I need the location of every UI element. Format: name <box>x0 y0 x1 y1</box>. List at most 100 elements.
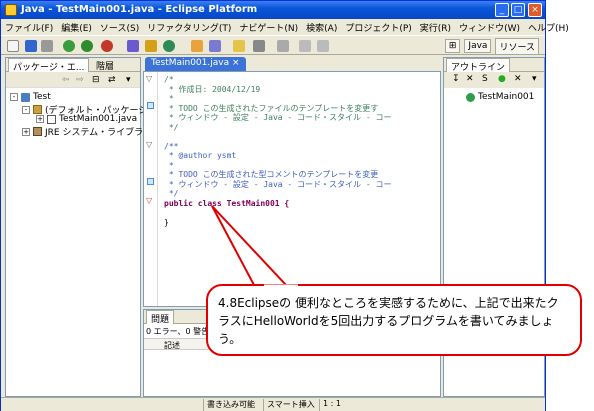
package-explorer-tabs: パッケージ・エ... 階層 <box>6 58 140 73</box>
outline-toolbar: ↧ ✕ S ● ✕ ▾ <box>444 72 544 88</box>
status-bar: 書き込み可能 スマート挿入 1 : 1 <box>1 397 545 411</box>
code-line: } <box>164 217 169 227</box>
collapse-all-icon[interactable]: ⊟ <box>92 75 100 85</box>
outline-item-label: TestMain001 <box>478 92 535 102</box>
package-explorer-panel: パッケージ・エ... 階層 ⇦ ⇨ ⊟ ⇄ ▾ - Test - (デフォルト・… <box>5 57 168 397</box>
code-line: * ウィンドウ - 設定 - Java - コード・スタイル - コー <box>164 113 392 122</box>
instruction-callout: 4.8Eclipseの 便利なところを実感するために、上記で出来たクラスにHel… <box>206 284 582 356</box>
status-writable: 書き込み可能 <box>203 399 258 411</box>
file-label: TestMain001.java <box>59 114 138 124</box>
code-line: public class TestMain001 { <box>164 198 290 208</box>
expand-toggle-icon[interactable]: + <box>22 127 30 136</box>
editor-gutter: ▽ ▽ ▽ <box>144 72 158 306</box>
editor-tabs: TestMain001.java × <box>143 57 441 71</box>
menu-refactor[interactable]: リファクタリング(T) <box>147 21 231 34</box>
code-line: * 作成日: 2004/12/19 <box>164 84 261 94</box>
tree-item-project[interactable]: - Test <box>10 92 51 102</box>
maximize-button[interactable]: □ <box>511 3 525 17</box>
collapse-toggle-icon[interactable]: - <box>10 93 18 101</box>
new-package-icon[interactable] <box>145 40 157 52</box>
close-button[interactable]: × <box>528 3 542 17</box>
new-java-project-icon[interactable] <box>127 40 139 52</box>
class-icon <box>466 92 475 102</box>
fold-icon[interactable]: ▽ <box>146 140 152 149</box>
java-editor[interactable]: ▽ ▽ ▽ /* * 作成日: 2004/12/19 * * TODO この生成… <box>143 71 441 307</box>
task-marker-icon[interactable] <box>147 102 154 109</box>
menu-project[interactable]: プロジェクト(P) <box>345 21 411 34</box>
code-line: * @author ysmt <box>164 151 237 160</box>
outline-item-class[interactable]: TestMain001 <box>466 92 534 102</box>
editor-tab-label: TestMain001.java <box>151 58 230 68</box>
minimize-button[interactable]: _ <box>495 3 509 17</box>
hide-fields-icon[interactable]: ✕ <box>466 74 474 84</box>
sort-icon[interactable]: ↧ <box>452 74 460 84</box>
status-cursor-position: 1 : 1 <box>319 399 344 411</box>
perspective-java[interactable]: Java <box>464 39 492 53</box>
view-menu-icon[interactable]: ▾ <box>126 75 131 85</box>
fold-icon[interactable]: ▽ <box>146 74 152 83</box>
run-icon[interactable] <box>81 40 93 52</box>
back-icon[interactable] <box>299 40 311 52</box>
hide-local-types-icon[interactable]: ✕ <box>514 74 522 84</box>
print-icon[interactable] <box>41 40 53 52</box>
forward-icon[interactable] <box>317 40 329 52</box>
open-perspective-icon[interactable]: ⊞ <box>444 39 461 53</box>
outline-tabs: アウトライン <box>444 58 544 73</box>
code-line: */ <box>164 189 179 198</box>
code-line: * TODO この生成された型コメントのテンプレートを変更 <box>164 170 379 179</box>
code-line: * ウィンドウ - 設定 - Java - コード・スタイル - コー <box>164 179 392 189</box>
new-icon[interactable] <box>7 40 19 52</box>
window-title: Java - TestMain001.java - Eclipse Platfo… <box>21 4 258 15</box>
tab-hierarchy[interactable]: 階層 <box>92 58 118 72</box>
fold-icon[interactable]: ▽ <box>146 196 152 205</box>
tab-testmain001-java[interactable]: TestMain001.java × <box>145 57 246 71</box>
forward-arrow-icon[interactable]: ⇨ <box>76 75 84 85</box>
column-description[interactable]: 記述 <box>164 340 180 351</box>
menu-bar: ファイル(F) 編集(E) ソース(S) リファクタリング(T) ナビゲート(N… <box>1 19 569 35</box>
package-icon <box>33 105 42 114</box>
tab-problems[interactable]: 問題 <box>146 310 175 325</box>
menu-search[interactable]: 検索(A) <box>306 21 337 34</box>
debug-icon[interactable] <box>63 40 75 52</box>
open-type-icon[interactable] <box>191 40 203 52</box>
view-menu-icon[interactable]: ▾ <box>532 74 537 84</box>
tab-package-explorer[interactable]: パッケージ・エ... <box>8 58 90 73</box>
menu-file[interactable]: ファイル(F) <box>5 21 53 34</box>
link-editor-icon[interactable]: ⇄ <box>108 75 116 85</box>
expand-toggle-icon[interactable]: + <box>36 115 44 123</box>
toggle-mark-icon[interactable] <box>233 40 245 52</box>
menu-source[interactable]: ソース(S) <box>100 21 139 34</box>
last-edit-icon[interactable] <box>277 40 289 52</box>
external-tools-icon[interactable] <box>101 40 113 52</box>
save-icon[interactable] <box>25 40 37 52</box>
code-line: /* <box>164 75 174 84</box>
callout-text: 4.8Eclipseの 便利なところを実感するために、上記で出来たクラスにHel… <box>218 296 559 346</box>
library-icon <box>33 127 42 136</box>
title-bar: Java - TestMain001.java - Eclipse Platfo… <box>1 1 545 19</box>
toolbar: ⊞ Java リソース <box>1 35 545 55</box>
java-file-icon <box>47 114 56 124</box>
menu-window[interactable]: ウィンドウ(W) <box>459 21 520 34</box>
package-explorer-toolbar: ⇦ ⇨ ⊟ ⇄ ▾ <box>6 72 140 88</box>
new-class-icon[interactable] <box>163 40 175 52</box>
tab-outline[interactable]: アウトライン <box>446 58 511 73</box>
perspective-resource[interactable]: リソース <box>495 37 539 55</box>
hide-nonpublic-icon[interactable]: ● <box>498 74 506 84</box>
code-line: /** <box>164 141 179 151</box>
menu-help[interactable]: ヘルプ(H) <box>528 21 569 34</box>
hide-static-icon[interactable]: S <box>482 74 488 84</box>
project-label: Test <box>33 92 51 102</box>
menu-edit[interactable]: 編集(E) <box>61 21 92 34</box>
search-icon[interactable] <box>209 40 221 52</box>
perspective-switcher: ⊞ Java リソース <box>444 37 539 55</box>
code-line: * TODO この生成されたファイルのテンプレートを変更す <box>164 103 379 113</box>
menu-navigate[interactable]: ナビゲート(N) <box>239 21 298 34</box>
status-insert-mode: スマート挿入 <box>263 399 318 411</box>
menu-run[interactable]: 実行(R) <box>420 21 451 34</box>
code-line: * <box>164 160 174 170</box>
task-marker-icon[interactable] <box>147 178 154 185</box>
back-arrow-icon[interactable]: ⇦ <box>62 75 70 85</box>
tree-item-java-file[interactable]: + TestMain001.java <box>36 114 137 124</box>
collapse-toggle-icon[interactable]: - <box>22 105 30 114</box>
next-annotation-icon[interactable] <box>253 40 265 52</box>
